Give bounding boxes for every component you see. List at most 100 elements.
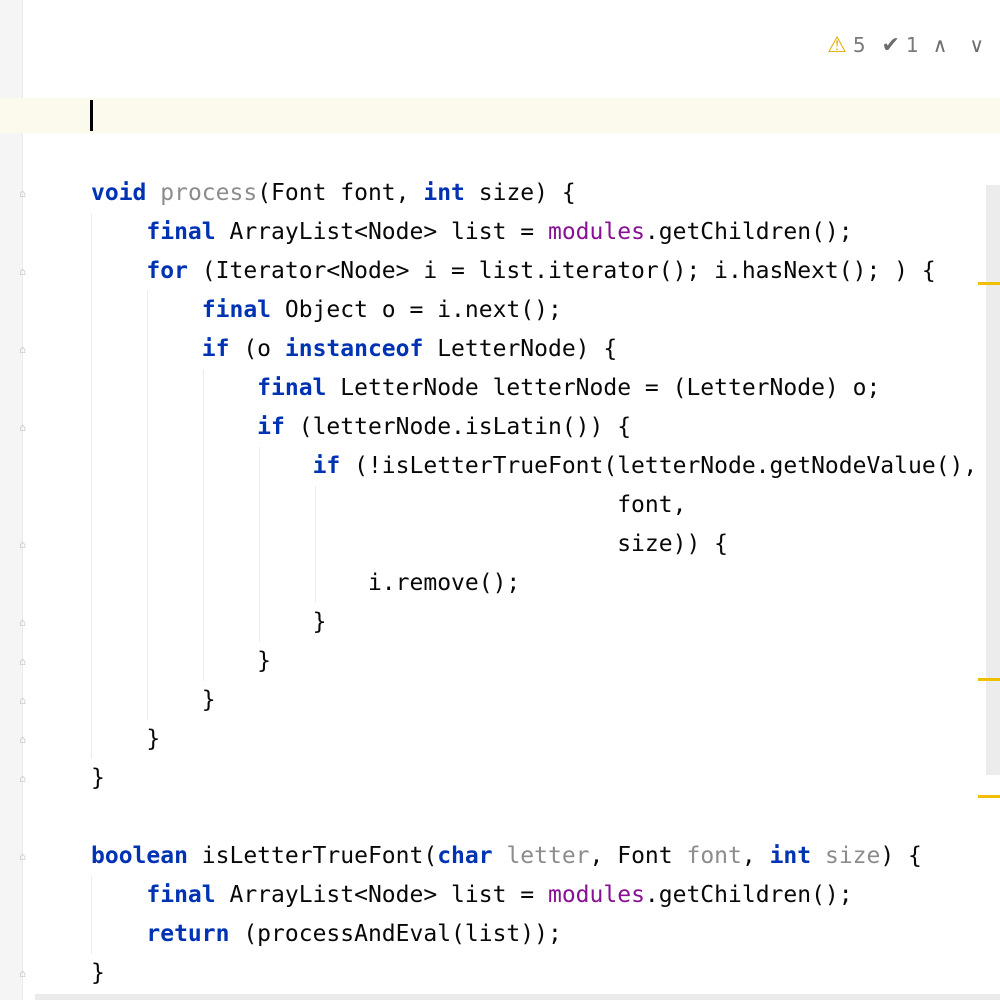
- code-text: (Iterator<Node> i = list.iterator(); i.h…: [187, 258, 936, 284]
- code-text: }: [201, 687, 216, 713]
- code-unused-identifier: font: [686, 843, 742, 869]
- vertical-scrollbar[interactable]: [986, 185, 1000, 775]
- code-text: size)) {: [617, 531, 728, 557]
- code-text: size) {: [464, 180, 576, 206]
- code-keyword: final: [257, 375, 327, 401]
- error-stripe-mark[interactable]: [978, 678, 1000, 681]
- inspection-widget[interactable]: ⚠ 5 ✔ 1 ∧ ∨: [827, 30, 992, 60]
- code-line[interactable]: final Object o = i.next();: [0, 291, 1000, 330]
- code-field: modules: [547, 219, 645, 245]
- code-line[interactable]: font,: [0, 486, 1000, 525]
- code-keyword: if: [201, 336, 230, 362]
- code-line[interactable]: }: [0, 603, 1000, 642]
- code-keyword: void: [91, 180, 147, 206]
- code-text: (o: [229, 336, 285, 362]
- code-text: font,: [617, 492, 687, 518]
- error-stripe-mark[interactable]: [978, 282, 1000, 285]
- code-text: }: [91, 765, 105, 791]
- code-keyword: final: [146, 219, 216, 245]
- current-line-highlight: [0, 98, 1000, 133]
- code-keyword: int: [423, 180, 465, 206]
- code-text: isLetterTrueFont(: [187, 843, 438, 869]
- horizontal-scrollbar[interactable]: [35, 994, 1000, 1000]
- code-text: (letterNode.isLatin()) {: [284, 414, 632, 440]
- code-line[interactable]: return (processAndEval(list));: [0, 915, 1000, 954]
- code-text: Object o = i.next();: [271, 297, 562, 323]
- code-text: }: [312, 609, 327, 635]
- code-keyword: if: [257, 414, 285, 440]
- code-editor[interactable]: void process(Font font, int size) { fina…: [0, 174, 1000, 993]
- code-keyword: final: [201, 297, 272, 323]
- code-line[interactable]: final ArrayList<Node> list = modules.get…: [0, 876, 1000, 915]
- code-keyword: instanceof: [284, 336, 424, 362]
- code-unused-identifier: size: [824, 843, 881, 869]
- code-line[interactable]: if (!isLetterTrueFont(letterNode.getNode…: [0, 447, 1000, 486]
- code-text: ) {: [880, 843, 922, 869]
- code-line[interactable]: }: [0, 642, 1000, 681]
- code-line[interactable]: }: [0, 954, 1000, 993]
- code-text: , Font: [589, 843, 687, 869]
- code-field: modules: [547, 882, 645, 908]
- code-text: (Font font,: [257, 180, 424, 206]
- code-line[interactable]: }: [0, 681, 1000, 720]
- code-line[interactable]: i.remove();: [0, 564, 1000, 603]
- double-check-icon[interactable]: ✔: [882, 33, 900, 58]
- code-text: .getChildren();: [644, 219, 853, 245]
- previous-highlight-button[interactable]: ∧: [925, 33, 956, 57]
- code-keyword: boolean: [91, 843, 188, 869]
- code-keyword: for: [146, 258, 188, 284]
- code-unused-identifier: process: [160, 180, 258, 206]
- code-keyword: char: [437, 843, 493, 869]
- warnings-count[interactable]: 5: [853, 33, 866, 57]
- code-text: }: [146, 726, 161, 752]
- code-text: (!isLetterTrueFont(letterNode.getNodeVal…: [340, 453, 978, 479]
- code-line[interactable]: if (o instanceof LetterNode) {: [0, 330, 1000, 369]
- code-keyword: final: [146, 882, 216, 908]
- code-unused-identifier: letter: [506, 843, 590, 869]
- code-text: ,: [741, 843, 770, 869]
- code-keyword: int: [769, 843, 812, 869]
- code-text: ArrayList<Node> list =: [215, 882, 548, 908]
- code-line[interactable]: }: [0, 720, 1000, 759]
- next-highlight-button[interactable]: ∨: [961, 33, 992, 57]
- code-keyword: if: [312, 453, 341, 479]
- code-text: }: [91, 960, 105, 986]
- code-line[interactable]: if (letterNode.isLatin()) {: [0, 408, 1000, 447]
- code-text: LetterNode) {: [423, 336, 618, 362]
- code-line[interactable]: boolean isLetterTrueFont(char letter, Fo…: [0, 837, 1000, 876]
- code-line[interactable]: for (Iterator<Node> i = list.iterator();…: [0, 252, 1000, 291]
- code-keyword: return: [146, 921, 230, 947]
- code-text: ArrayList<Node> list =: [215, 219, 548, 245]
- code-text: (processAndEval(list));: [229, 921, 562, 947]
- code-line[interactable]: final ArrayList<Node> list = modules.get…: [0, 213, 1000, 252]
- code-line[interactable]: size)) {: [0, 525, 1000, 564]
- error-stripe-mark[interactable]: [978, 795, 1000, 798]
- code-line[interactable]: final LetterNode letterNode = (LetterNod…: [0, 369, 1000, 408]
- text-caret: [90, 100, 93, 131]
- code-text: LetterNode letterNode = (LetterNode) o;: [326, 375, 881, 401]
- code-text: i.remove();: [367, 570, 521, 596]
- code-line[interactable]: [0, 798, 1000, 837]
- code-line[interactable]: }: [0, 759, 1000, 798]
- code-line[interactable]: void process(Font font, int size) {: [0, 174, 1000, 213]
- warning-triangle-icon[interactable]: ⚠: [827, 33, 847, 58]
- weak-warnings-count[interactable]: 1: [906, 33, 919, 57]
